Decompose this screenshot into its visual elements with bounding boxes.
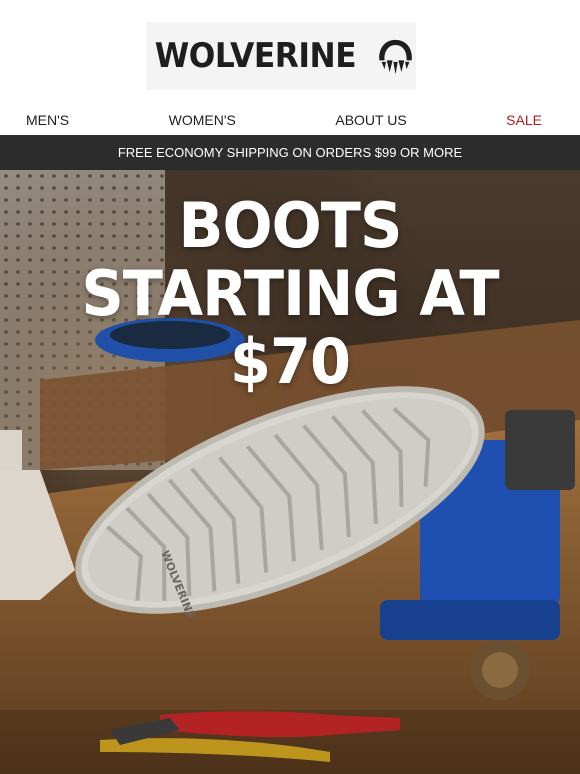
headline-line-2: STARTING AT	[81, 257, 499, 330]
nav-about-link[interactable]: ABOUT US	[335, 112, 406, 128]
wolverine-claw-icon	[379, 39, 412, 75]
brand-logo[interactable]: WOLVERINE	[146, 22, 416, 90]
nav-womens-link[interactable]: WOMEN'S	[169, 112, 236, 128]
brand-wordmark: WOLVERINE	[154, 36, 357, 76]
hero-headline: BOOTS STARTING AT $70	[15, 192, 566, 396]
nav-mens-link[interactable]: MEN'S	[26, 112, 69, 128]
shipping-promo-bar[interactable]: FREE ECONOMY SHIPPING ON ORDERS $99 OR M…	[0, 135, 580, 170]
email-header: WOLVERINE	[0, 0, 580, 104]
headline-price: $70	[229, 325, 351, 398]
headline-line-1: BOOTS	[178, 189, 403, 262]
shipping-promo-text: FREE ECONOMY SHIPPING ON ORDERS $99 OR M…	[117, 145, 463, 160]
nav-sale-link[interactable]: SALE	[506, 112, 542, 128]
main-nav: MEN'S WOMEN'S ABOUT US SALE	[0, 104, 580, 135]
hero-banner[interactable]: WOLVERINE BOOTS STARTING AT $70	[0, 170, 580, 774]
